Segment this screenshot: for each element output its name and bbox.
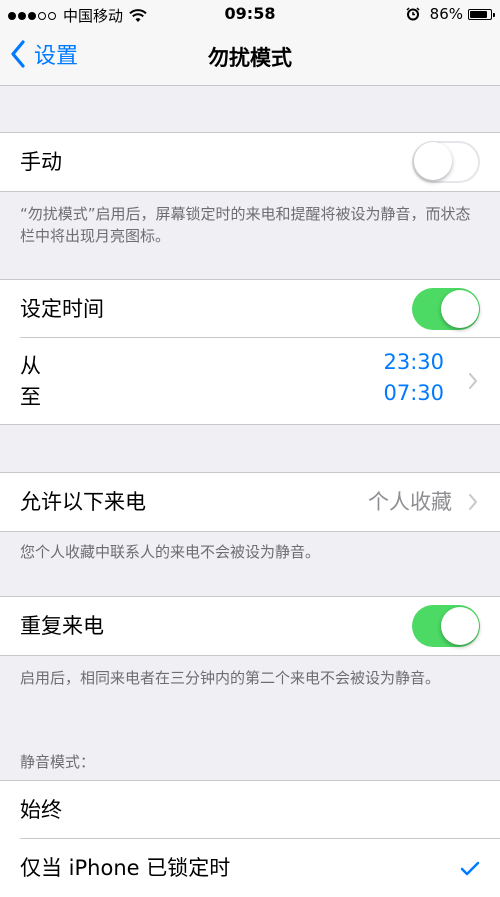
allow-calls-row[interactable]: 允许以下来电 个人收藏 (0, 473, 500, 531)
toggle-knob (441, 290, 479, 328)
from-label: 从 (20, 354, 41, 378)
allow-calls-group: 允许以下来电 个人收藏 (0, 472, 500, 532)
repeated-calls-group: 重复来电 (0, 596, 500, 656)
silence-option-locked[interactable]: 仅当 iPhone 已锁定时 (0, 839, 500, 897)
toggle-knob (441, 607, 479, 645)
scheduled-toggle[interactable] (412, 288, 480, 330)
allow-calls-value: 个人收藏 (368, 490, 452, 514)
to-time: 07:30 (383, 381, 444, 405)
checkmark-icon (460, 861, 480, 876)
battery-icon (468, 8, 495, 20)
repeated-calls-label: 重复来电 (20, 614, 104, 638)
chevron-right-icon (469, 373, 477, 389)
toggle-knob (414, 142, 452, 180)
status-right: 86% (406, 5, 495, 23)
allow-calls-label: 允许以下来电 (20, 490, 146, 514)
scheduled-label: 设定时间 (20, 297, 104, 321)
allow-calls-footer: 您个人收藏中联系人的来电不会被设为静音。 (20, 543, 321, 561)
schedule-time-row[interactable]: 从 至 23:30 07:30 (0, 338, 500, 424)
manual-row: 手动 (0, 133, 500, 191)
alarm-clock-icon (406, 7, 420, 21)
chevron-right-icon (469, 494, 477, 510)
page-title: 勿扰模式 (208, 46, 292, 70)
repeated-calls-footer: 启用后，相同来电者在三分钟内的第二个来电不会被设为静音。 (20, 669, 441, 687)
silence-option-label: 仅当 iPhone 已锁定时 (20, 856, 231, 880)
manual-label: 手动 (20, 150, 62, 174)
to-label: 至 (20, 385, 41, 409)
silence-option-always[interactable]: 始终 (0, 781, 500, 839)
silence-group: 始终 仅当 iPhone 已锁定时 (0, 780, 500, 897)
repeated-calls-row: 重复来电 (0, 597, 500, 655)
from-time: 23:30 (383, 350, 444, 374)
manual-toggle[interactable] (412, 141, 480, 183)
manual-group: 手动 (0, 132, 500, 192)
silence-option-label: 始终 (20, 798, 62, 822)
silence-header: 静音模式： (20, 753, 96, 771)
scheduled-group: 设定时间 从 至 23:30 07:30 (0, 279, 500, 425)
scheduled-row: 设定时间 (0, 280, 500, 338)
repeated-calls-toggle[interactable] (412, 605, 480, 647)
status-bar: 中国移动 09:58 86% (0, 0, 500, 28)
battery-percentage: 86% (429, 5, 463, 23)
navigation-bar: 设置 勿扰模式 (0, 28, 500, 86)
battery-fill (470, 10, 488, 18)
manual-footer: “勿扰模式”启用后，屏幕锁定时的来电和提醒将被设为静音，而状态栏中将出现月亮图标… (20, 205, 471, 245)
